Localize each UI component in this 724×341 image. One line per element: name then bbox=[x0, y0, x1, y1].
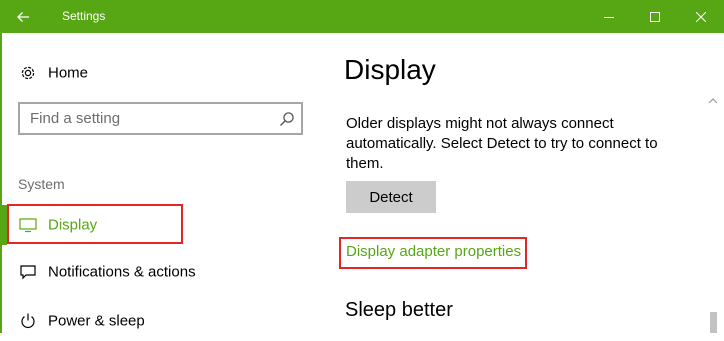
detect-description: Older displays might not always connect … bbox=[346, 115, 658, 172]
back-button[interactable] bbox=[0, 0, 46, 33]
power-icon bbox=[18, 311, 38, 331]
gear-icon bbox=[18, 63, 38, 83]
sleep-better-heading: Sleep better bbox=[345, 299, 453, 321]
sidebar-item-label: Notifications & actions bbox=[48, 263, 196, 281]
sidebar-item-notifications[interactable]: Notifications & actions bbox=[2, 252, 322, 292]
maximize-button[interactable] bbox=[632, 0, 678, 33]
scrollbar-thumb[interactable] bbox=[710, 312, 717, 333]
minimize-icon bbox=[604, 16, 614, 18]
close-icon bbox=[696, 11, 706, 22]
close-button[interactable] bbox=[678, 0, 724, 33]
sidebar-item-label: Home bbox=[48, 64, 89, 82]
search-placeholder: Find a setting bbox=[30, 110, 121, 127]
detect-button[interactable]: Detect bbox=[346, 181, 436, 213]
notifications-icon bbox=[18, 262, 38, 282]
maximize-icon bbox=[650, 11, 660, 22]
section-heading-system: System bbox=[18, 176, 65, 192]
page-title: Display bbox=[344, 54, 436, 85]
sidebar-item-home[interactable]: Home bbox=[2, 53, 322, 93]
sidebar-item-label: Power & sleep bbox=[48, 312, 145, 330]
title-bar: Settings bbox=[0, 0, 724, 33]
scroll-up-icon[interactable] bbox=[708, 96, 718, 106]
back-arrow-icon bbox=[17, 11, 29, 22]
search-icon bbox=[280, 112, 294, 126]
sidebar-item-power[interactable]: Power & sleep bbox=[2, 301, 322, 341]
minimize-button[interactable] bbox=[586, 0, 632, 33]
search-input[interactable]: Find a setting bbox=[18, 102, 303, 135]
highlight-box-adapter-link bbox=[339, 237, 527, 269]
window-title: Settings bbox=[62, 9, 106, 23]
highlight-box-display bbox=[7, 204, 183, 244]
